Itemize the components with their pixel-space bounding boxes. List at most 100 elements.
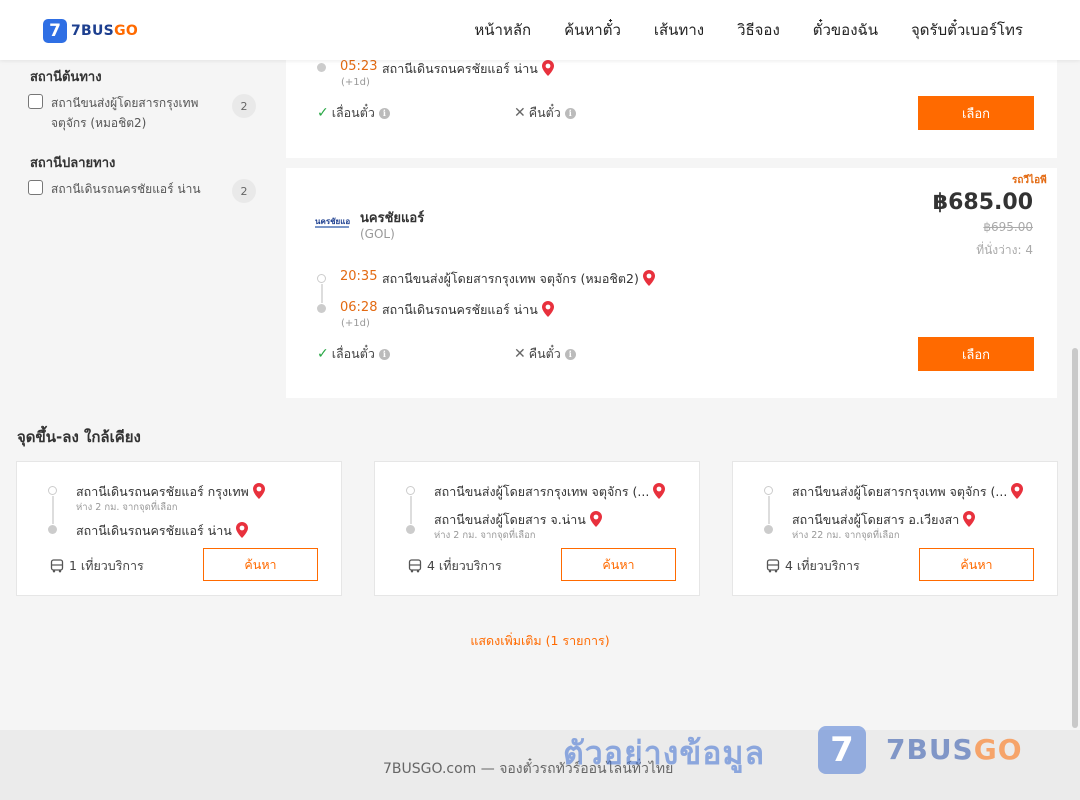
nearby-to-station: สถานีเดินรถนครชัยแอร์ น่าน [76, 521, 248, 541]
map-pin-icon[interactable] [642, 270, 655, 286]
map-pin-icon[interactable] [252, 483, 265, 499]
svg-text:นครชัยแอร์: นครชัยแอร์ [315, 216, 350, 226]
nearby-from-station: สถานีเดินรถนครชัยแอร์ กรุงเทพ [76, 482, 265, 502]
bus-icon [408, 559, 422, 573]
nav-home[interactable]: หน้าหลัก [474, 18, 531, 42]
info-icon[interactable]: i [564, 348, 576, 360]
origin-filter-title: สถานีต้นทาง [30, 70, 102, 85]
arrive-time: 05:23 [340, 59, 378, 74]
show-more-link[interactable]: แสดงเพิ่มเติม (1 รายการ) [0, 631, 1080, 651]
seats-available: ที่นั่งว่าง: 4 [976, 243, 1033, 257]
info-icon[interactable]: i [378, 348, 390, 360]
watermark-logo-icon: 7 [818, 726, 866, 774]
timeline-dot [48, 486, 57, 495]
nearby-to-station: สถานีขนส่งผู้โดยสาร จ.น่าน [434, 510, 602, 530]
nearby-search-button[interactable]: ค้นหา [561, 548, 676, 581]
nearby-to-distance: ห่าง 22 กม. จากจุดที่เลือก [792, 530, 900, 541]
info-icon[interactable]: i [378, 107, 390, 119]
change-ticket-policy: ✓ เลื่อนตั๋ว i [317, 103, 390, 123]
dest-filter-label: สถานีเดินรถนครชัยแอร์ น่าน [51, 182, 201, 196]
dest-filter-item[interactable]: สถานีเดินรถนครชัยแอร์ น่าน 2 [28, 179, 256, 203]
info-icon[interactable]: i [564, 107, 576, 119]
refund-ticket-policy: ✕ คืนตั๋ว i [514, 344, 576, 364]
origin-checkbox[interactable] [28, 94, 43, 109]
operator-logo-icon: นครชัยแอร์ [315, 216, 350, 228]
check-icon: ✓ [317, 105, 329, 121]
nearby-from-station: สถานีขนส่งผู้โดยสารกรุงเทพ จตุจักร (... [434, 482, 666, 502]
bus-icon [766, 559, 780, 573]
arrive-station: สถานีเดินรถนครชัยแอร์ น่าน [382, 300, 554, 320]
timeline-dot [764, 525, 773, 534]
check-icon: ✓ [317, 346, 329, 362]
depart-station: สถานีขนส่งผู้โดยสารกรุงเทพ จตุจักร (หมอช… [382, 269, 655, 289]
map-pin-icon[interactable] [589, 511, 602, 527]
logo-text: 7BUSGO [71, 23, 139, 39]
origin-filter-label: สถานีขนส่งผู้โดยสารกรุงเทพ จตุจักร (หมอช… [51, 96, 199, 130]
dest-filter-title: สถานีปลายทาง [30, 156, 116, 171]
trip-card: รถวีไอพี นครชัยแอร์ นครชัยแอร์ (GOL) ฿68… [286, 168, 1057, 398]
trip-card: 05:23 สถานีเดินรถนครชัยแอร์ น่าน (+1d) ✓… [286, 52, 1057, 158]
origin-filter-item[interactable]: สถานีขนส่งผู้โดยสารกรุงเทพ จตุจักร (หมอช… [28, 93, 256, 133]
refund-ticket-policy: ✕ คืนตั๋ว i [514, 103, 576, 123]
operator-name: นครชัยแอร์ [360, 211, 425, 226]
map-pin-icon[interactable] [963, 511, 976, 527]
timeline-line [51, 496, 54, 524]
timeline-dot [317, 63, 326, 72]
logo-mark-icon: 7 [43, 19, 67, 43]
site-logo[interactable]: 7 7BUSGO [43, 19, 138, 43]
timeline-dot [48, 525, 57, 534]
nav-routes[interactable]: เส้นทาง [654, 18, 704, 42]
map-pin-icon[interactable] [541, 60, 554, 76]
main-nav: หน้าหลัก ค้นหาตั๋ว เส้นทาง วิธีจอง ตั๋วข… [474, 0, 1023, 60]
operator-code: (GOL) [360, 227, 395, 241]
nearby-trip-count: 4 เที่ยวบริการ [408, 556, 502, 576]
nearby-to-distance: ห่าง 2 กม. จากจุดที่เลือก [434, 530, 536, 541]
map-pin-icon[interactable] [235, 522, 248, 538]
timeline-dot [317, 274, 326, 283]
timeline-dot [764, 486, 773, 495]
nav-search-tickets[interactable]: ค้นหาตั๋ว [564, 18, 621, 42]
cross-icon: ✕ [514, 346, 526, 362]
depart-time: 20:35 [340, 269, 378, 284]
timeline-line [409, 496, 412, 524]
next-day-label: (+1d) [341, 77, 370, 88]
page-scrollbar[interactable] [1072, 348, 1078, 728]
cross-icon: ✕ [514, 105, 526, 121]
nearby-to-station: สถานีขนส่งผู้โดยสาร อ.เวียงสา [792, 510, 976, 530]
origin-filter-count: 2 [232, 94, 256, 118]
arrive-station: สถานีเดินรถนครชัยแอร์ น่าน [382, 59, 554, 79]
nav-my-tickets[interactable]: ตั๋วของฉัน [813, 18, 878, 42]
select-trip-button[interactable]: เลือก [918, 96, 1034, 130]
top-header: 7 7BUSGO หน้าหลัก ค้นหาตั๋ว เส้นทาง วิธี… [0, 0, 1080, 60]
bus-icon [50, 559, 64, 573]
select-trip-button[interactable]: เลือก [918, 337, 1034, 371]
nearby-section-title: จุดขึ้น-ลง ใกล้เคียง [17, 428, 141, 446]
map-pin-icon[interactable] [541, 301, 554, 317]
nearby-route-card: สถานีเดินรถนครชัยแอร์ กรุงเทพ ห่าง 2 กม.… [16, 461, 342, 596]
timeline-line [320, 284, 323, 303]
dest-checkbox[interactable] [28, 180, 43, 195]
nearby-from-station: สถานีขนส่งผู้โดยสารกรุงเทพ จตุจักร (... [792, 482, 1024, 502]
watermark-logo-text: 7BUSGO [886, 733, 1023, 766]
nearby-from-distance: ห่าง 2 กม. จากจุดที่เลือก [76, 502, 178, 513]
nearby-route-card: สถานีขนส่งผู้โดยสารกรุงเทพ จตุจักร (... … [374, 461, 700, 596]
nav-how-to-book[interactable]: วิธีจอง [737, 18, 780, 42]
nearby-trip-count: 1 เที่ยวบริการ [50, 556, 144, 576]
sample-data-watermark: ตัวอย่างข้อมูล [563, 734, 766, 772]
ticket-price: ฿685.00 [932, 190, 1033, 215]
nearby-search-button[interactable]: ค้นหา [203, 548, 318, 581]
arrive-time: 06:28 [340, 300, 378, 315]
map-pin-icon[interactable] [653, 483, 666, 499]
nearby-trip-count: 4 เที่ยวบริการ [766, 556, 860, 576]
timeline-line [767, 496, 770, 524]
nearby-search-button[interactable]: ค้นหา [919, 548, 1034, 581]
map-pin-icon[interactable] [1011, 483, 1024, 499]
original-price: ฿695.00 [983, 220, 1033, 234]
timeline-dot [406, 525, 415, 534]
next-day-label: (+1d) [341, 318, 370, 329]
change-ticket-policy: ✓ เลื่อนตั๋ว i [317, 344, 390, 364]
nearby-route-card: สถานีขนส่งผู้โดยสารกรุงเทพ จตุจักร (... … [732, 461, 1058, 596]
vip-badge: รถวีไอพี [1012, 175, 1047, 186]
nav-ticket-points[interactable]: จุดรับตั๋วเบอร์โทร [911, 18, 1023, 42]
dest-filter-count: 2 [232, 179, 256, 203]
